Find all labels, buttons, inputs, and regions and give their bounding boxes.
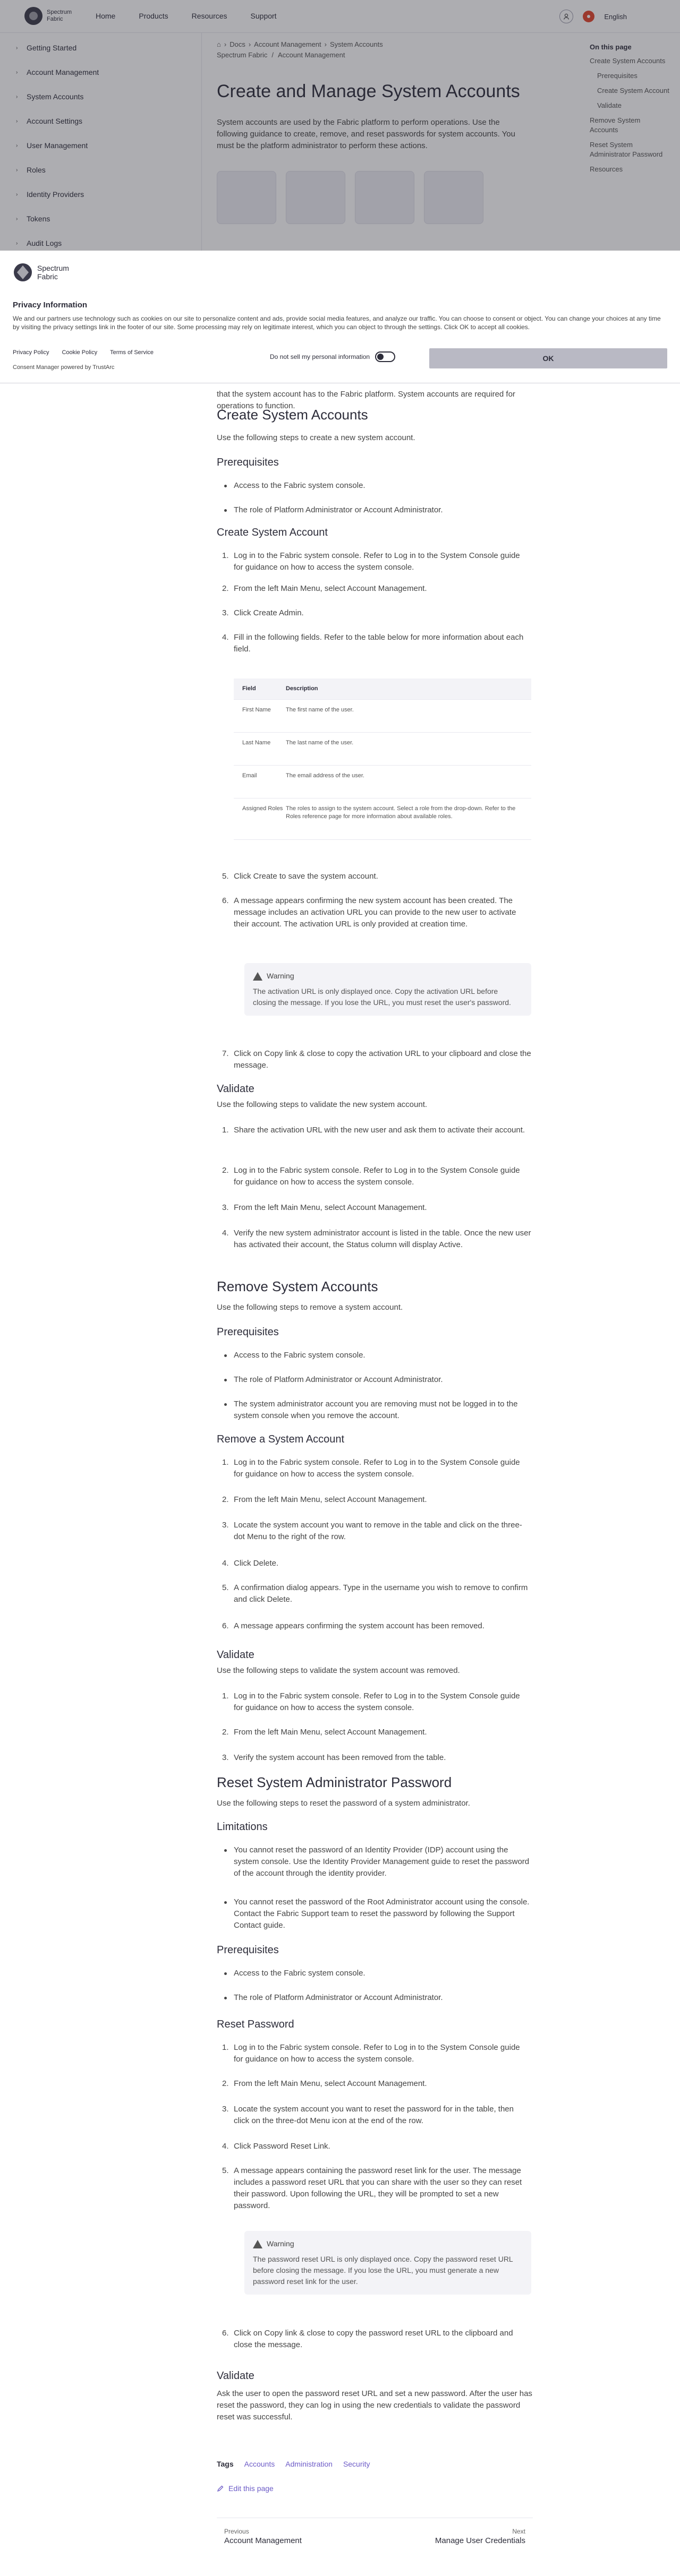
list-item: 7. Click on Copy link & close to copy the… xyxy=(222,1049,531,1070)
list-item: The role of Platform Administrator or Ac… xyxy=(224,1992,531,2004)
list-item: 2. Log in to the Fabric system console. R… xyxy=(222,1166,520,1187)
section-heading: Create System Accounts xyxy=(217,407,368,423)
ok-button[interactable]: OK xyxy=(429,348,667,368)
subsection-heading: Limitations xyxy=(217,1821,268,1833)
list-item: 5. Click Create to save the system accoun… xyxy=(222,872,378,881)
list-item: You cannot reset the password of an Iden… xyxy=(224,1844,531,1879)
privacy-title: Privacy Information xyxy=(13,300,88,310)
body-text: Use the following steps to validate the … xyxy=(217,1666,460,1675)
list-item: 4. Verify the new system administrator ac… xyxy=(222,1229,531,1249)
list-item: 5. A message appears containing the passw… xyxy=(222,2166,522,2210)
list-item: The system administrator account you are… xyxy=(224,1398,531,1422)
table-header-row: Field Description xyxy=(234,679,531,700)
table-row: Assigned Roles The roles to assign to th… xyxy=(234,798,531,840)
list-item: 3. Verify the system account has been rem… xyxy=(222,1753,446,1762)
do-not-sell-toggle[interactable] xyxy=(375,351,396,362)
edit-page-link[interactable]: Edit this page xyxy=(217,2483,274,2494)
modal-overlay xyxy=(0,0,680,251)
list-item: 4. Fill in the following fields. Refer to… xyxy=(222,633,524,654)
list-item: 3. Locate the system account you want to … xyxy=(222,1521,522,1541)
next-page-link[interactable]: Manage User Credentials xyxy=(435,2535,525,2547)
body-text: Use the following steps to validate the … xyxy=(217,1100,428,1109)
warning-icon xyxy=(253,2239,262,2248)
warning-callout: Warning The activation URL is only displ… xyxy=(244,963,531,1016)
warning-icon xyxy=(253,972,262,981)
privacy-links: Privacy Policy Cookie Policy Terms of Se… xyxy=(13,349,154,356)
section-heading: Remove System Accounts xyxy=(217,1278,378,1294)
subsection-heading: Create System Account xyxy=(217,527,328,538)
privacy-banner: Spectrum Fabric Privacy Information We a… xyxy=(0,251,680,383)
privacy-policy-link[interactable]: Privacy Policy xyxy=(13,349,49,356)
terms-link[interactable]: Terms of Service xyxy=(110,349,154,356)
list-item: 5. A confirmation dialog appears. Type in… xyxy=(222,1583,528,1604)
subsection-heading: Remove a System Account xyxy=(217,1433,345,1445)
list-item: Access to the Fabric system console. xyxy=(224,1968,531,1979)
list-item: 6. Click on Copy link & close to copy the… xyxy=(222,2329,513,2349)
subsection-heading: Reset Password xyxy=(217,2019,294,2030)
pencil-icon xyxy=(217,2485,224,2492)
fields-table: Field Description First Name The first n… xyxy=(234,679,531,840)
list-item: 1. Log in to the Fabric system console. R… xyxy=(222,1458,520,1479)
body-text: Ask the user to open the password reset … xyxy=(217,2389,532,2422)
list-item: 6. A message appears confirming the new s… xyxy=(222,896,516,929)
table-row: Last Name The last name of the user. xyxy=(234,733,531,766)
logo-mark-icon xyxy=(14,263,32,281)
tags-label: Tags xyxy=(217,2460,234,2468)
list-item: 1. Log in to the Fabric system console. R… xyxy=(222,1691,520,1712)
subsection-heading: Prerequisites xyxy=(217,1944,279,1956)
do-not-sell-setting: Do not sell my personal information xyxy=(270,351,396,362)
body-text: Use the following steps to reset the pas… xyxy=(217,1799,470,1808)
list-item: The role of Platform Administrator or Ac… xyxy=(224,1374,531,1386)
list-item: Access to the Fabric system console. xyxy=(224,480,531,492)
pagination: Previous Account Management Next Manage … xyxy=(217,2518,533,2555)
prev-page-link[interactable]: Account Management xyxy=(224,2535,302,2547)
tag[interactable]: Accounts xyxy=(244,2458,275,2470)
body-text: Use the following steps to remove a syst… xyxy=(217,1303,403,1312)
tags: Tags Accounts Administration Security xyxy=(217,2458,370,2470)
list-item: 3. Click Create Admin. xyxy=(222,608,304,617)
list-item: The role of Platform Administrator or Ac… xyxy=(224,504,531,516)
list-item: 2. From the left Main Menu, select Accoun… xyxy=(222,1728,427,1737)
list-item: 1. Log in to the Fabric system console. R… xyxy=(222,551,520,572)
subsection-heading: Prerequisites xyxy=(217,1326,279,1338)
list-item: 2. From the left Main Menu, select Accoun… xyxy=(222,1495,427,1504)
list-item: Access to the Fabric system console. xyxy=(224,1350,531,1361)
subsection-heading: Validate xyxy=(217,2370,254,2382)
tag[interactable]: Security xyxy=(343,2458,370,2470)
tag[interactable]: Administration xyxy=(285,2458,333,2470)
warning-callout: Warning The password reset URL is only d… xyxy=(244,2231,531,2295)
subsection-heading: Prerequisites xyxy=(217,457,279,468)
table-row: Email The email address of the user. xyxy=(234,766,531,798)
list-item: 1. Log in to the Fabric system console. R… xyxy=(222,2043,520,2064)
list-item: 4. Click Delete. xyxy=(222,1559,279,1568)
list-item: 3. From the left Main Menu, select Accoun… xyxy=(222,1203,427,1212)
body-text: Use the following steps to create a new … xyxy=(217,433,415,442)
list-item: 2. From the left Main Menu, select Accoun… xyxy=(222,584,427,593)
list-item: 2. From the left Main Menu, select Accoun… xyxy=(222,2079,427,2088)
privacy-text: We and our partners use technology such … xyxy=(13,315,661,331)
cookie-policy-link[interactable]: Cookie Policy xyxy=(62,349,97,356)
list-item: 1. Share the activation URL with the new … xyxy=(222,1126,525,1135)
subsection-heading: Validate xyxy=(217,1649,254,1661)
list-item: You cannot reset the password of the Roo… xyxy=(224,1896,531,1931)
powered-by[interactable]: Consent Manager powered by TrustArc xyxy=(13,364,114,371)
subsection-heading: Validate xyxy=(217,1083,254,1095)
list-item: 6. A message appears confirming the syste… xyxy=(222,1621,484,1630)
table-row: First Name The first name of the user. xyxy=(234,700,531,733)
list-item: 4. Click Password Reset Link. xyxy=(222,2142,330,2151)
section-heading: Reset System Administrator Password xyxy=(217,1774,452,1790)
list-item: 3. Locate the system account you want to … xyxy=(222,2105,514,2125)
privacy-logo: Spectrum Fabric xyxy=(13,262,69,282)
